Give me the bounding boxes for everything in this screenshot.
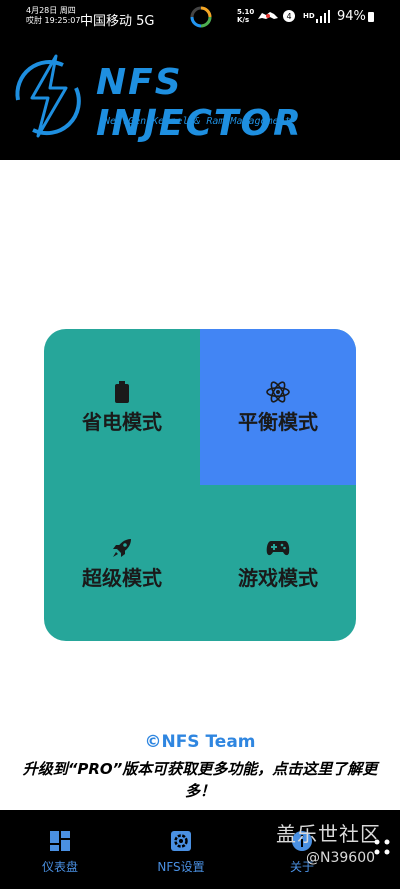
upgrade-pro-link[interactable]: 升级到“PRO”版本可获取更多功能，点击这里了解更多！ [10,758,390,802]
status-date: 4月28日 周四 哎肘 19:25:07 [26,6,80,26]
status-time-line: 哎肘 19:25:07 [26,16,81,25]
gamepad-icon [266,536,290,560]
nav-label: 仪表盘 [41,860,78,874]
copyright-label: ©NFS Team [144,732,256,752]
redbull-icon [258,12,278,19]
mode-tile-balanced[interactable]: 平衡模式 [200,329,356,485]
mode-tile-game[interactable]: 游戏模式 [200,485,356,641]
mode-label: 超级模式 [82,565,162,590]
app-banner: NFS INJECTOR NextGen Kernel & Ram Manage… [0,36,400,160]
carrier-label: 中国移动 5G [80,14,155,29]
mode-label: 游戏模式 [238,565,318,590]
status-bar: 4月28日 周四 哎肘 19:25:07 中国移动 5G 5.10 K/s 4 … [0,0,400,36]
app-subtitle: NextGen Kernel & Ram Management [104,116,291,127]
svg-text:4: 4 [286,12,291,21]
dashboard-icon [50,831,70,851]
status-date-line: 4月28日 周四 [26,6,76,15]
notification-badge-icon: 4 [283,10,295,22]
lightning-logo-icon [15,54,81,138]
atom-icon [266,380,290,404]
bottom-navigation: 仪表盘 NFS设置 关于 盖乐世社区 @N39600 [0,810,400,889]
nav-label: NFS设置 [157,860,205,874]
settings-icon [171,831,191,851]
rocket-icon [110,536,134,560]
mode-label: 平衡模式 [238,409,318,434]
mode-label: 省电模式 [82,409,162,434]
more-dots-icon[interactable] [373,838,391,856]
mode-tile-power-saving[interactable]: 省电模式 [44,329,200,485]
battery-status-icon [368,12,374,22]
signal-icon [316,10,330,23]
network-speed-value: 5.10 [237,8,255,16]
network-speed-unit: K/s [237,16,250,24]
activity-ring-icon [190,6,212,28]
watermark-handle: @N39600 [306,850,376,866]
nav-nfs-settings[interactable]: NFS设置 [131,830,231,875]
battery-percent: 94% [337,9,366,24]
app-title: NFS INJECTOR [96,62,303,144]
mode-tile-super[interactable]: 超级模式 [44,485,200,641]
mode-grid: 省电模式 平衡模式 超级模式 游戏模式 [44,329,356,641]
nav-dashboard[interactable]: 仪表盘 [10,830,110,875]
network-speed: 5.10 K/s [237,8,254,24]
battery-icon [110,380,134,404]
hd-indicator: HD [303,12,315,20]
watermark-title: 盖乐世社区 [276,822,381,846]
